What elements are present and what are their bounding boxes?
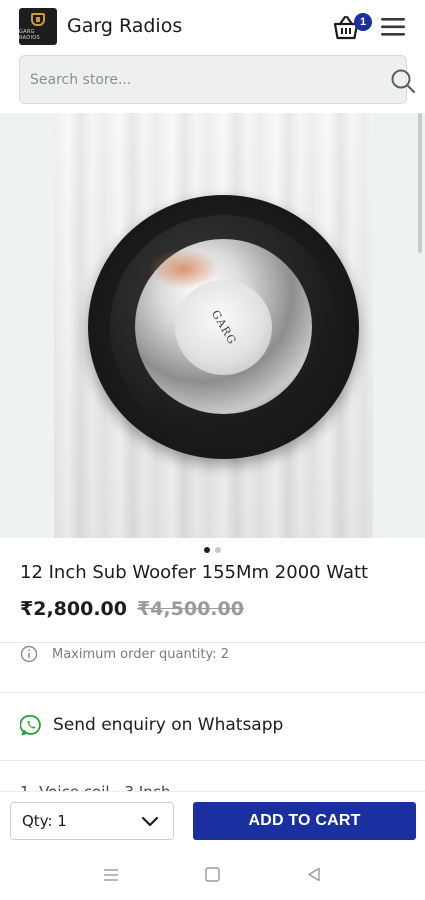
- logo-text: GARG RADIOS: [19, 28, 40, 41]
- sale-price: ₹2,800.00: [20, 598, 127, 620]
- gallery-pagination-dots: [0, 547, 425, 555]
- whatsapp-icon: [20, 714, 41, 736]
- page-scrollbar[interactable]: [418, 113, 422, 253]
- product-title: 12 Inch Sub Woofer 155Mm 2000 Watt: [20, 562, 369, 583]
- search-bar: [19, 55, 416, 104]
- gallery-dot-2[interactable]: [215, 547, 221, 553]
- nav-back-icon[interactable]: [307, 867, 321, 882]
- quantity-value: Qty: 1: [22, 812, 67, 830]
- original-price: ₹4,500.00: [136, 598, 244, 620]
- divider: [0, 692, 425, 693]
- product-image-gallery[interactable]: GARG: [0, 113, 425, 538]
- nav-home-icon[interactable]: [205, 867, 220, 882]
- add-to-cart-button[interactable]: ADD TO CART: [193, 802, 416, 840]
- price-row: ₹2,800.00 ₹4,500.00: [20, 598, 244, 620]
- hamburger-menu-icon[interactable]: [380, 16, 406, 38]
- logo-emblem-icon: [31, 12, 45, 26]
- nav-recents-icon[interactable]: [103, 867, 119, 883]
- store-logo[interactable]: GARG RADIOS: [19, 8, 57, 45]
- max-quantity-note: Maximum order quantity: 2: [20, 645, 229, 663]
- cart-count-badge: 1: [354, 13, 372, 31]
- search-input[interactable]: [30, 56, 360, 103]
- gallery-dot-1[interactable]: [204, 547, 210, 553]
- store-name: Garg Radios: [67, 15, 183, 37]
- chevron-down-icon: [141, 816, 159, 827]
- system-navigation-bar: [0, 849, 425, 900]
- subwoofer-image: GARG: [88, 195, 359, 459]
- whatsapp-enquiry-link[interactable]: Send enquiry on Whatsapp: [20, 714, 283, 736]
- purchase-bar: Qty: 1 ADD TO CART: [0, 791, 425, 849]
- quantity-select[interactable]: Qty: 1: [10, 802, 174, 840]
- max-quantity-text: Maximum order quantity: 2: [52, 646, 230, 662]
- cap-brand-text: GARG: [208, 307, 239, 348]
- divider: [0, 760, 425, 761]
- product-photo: GARG: [54, 113, 373, 538]
- info-icon: [20, 645, 38, 663]
- whatsapp-enquiry-label: Send enquiry on Whatsapp: [53, 715, 284, 735]
- divider: [0, 642, 425, 643]
- app-header: GARG RADIOS Garg Radios 1: [0, 0, 425, 52]
- search-icon[interactable]: [390, 68, 416, 94]
